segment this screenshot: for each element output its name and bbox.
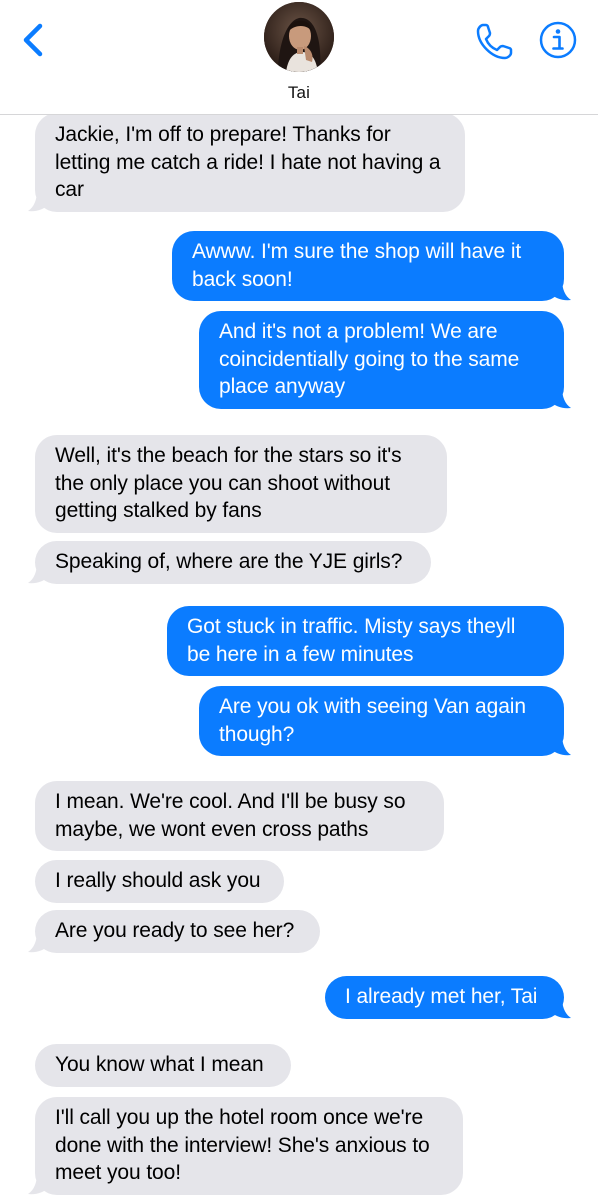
message-incoming[interactable]: I'll call you up the hotel room once we'… <box>28 1097 463 1195</box>
message-incoming[interactable]: I really should ask you <box>35 860 284 903</box>
message-incoming[interactable]: I mean. We're cool. And I'll be busy so … <box>35 781 444 851</box>
contact-photo <box>264 2 334 72</box>
message-text: Are you ok with seeing Van again though? <box>199 686 564 756</box>
message-outgoing[interactable]: Got stuck in traffic. Misty says theyll … <box>167 606 564 676</box>
message-incoming[interactable]: Well, it's the beach for the stars so it… <box>35 435 447 533</box>
message-text: And it's not a problem! We are coinciden… <box>199 311 564 409</box>
message-text: Speaking of, where are the YJE girls? <box>35 541 431 584</box>
chevron-left-icon <box>23 23 43 57</box>
message-text: Are you ready to see her? <box>35 910 320 953</box>
message-outgoing[interactable]: Are you ok with seeing Van again though? <box>199 686 571 756</box>
back-button[interactable] <box>18 20 52 60</box>
conversation-header: Tai <box>0 0 598 115</box>
message-text: I'll call you up the hotel room once we'… <box>35 1097 463 1195</box>
message-text: Awww. I'm sure the shop will have it bac… <box>172 231 564 301</box>
avatar[interactable] <box>264 2 334 72</box>
message-outgoing[interactable]: I already met her, Tai <box>325 976 571 1019</box>
info-button[interactable] <box>538 20 578 60</box>
message-incoming[interactable]: Speaking of, where are the YJE girls? <box>28 541 431 584</box>
message-outgoing[interactable]: Awww. I'm sure the shop will have it bac… <box>172 231 571 301</box>
message-incoming[interactable]: Are you ready to see her? <box>28 910 320 953</box>
message-thread: Jackie, I'm off to prepare! Thanks for l… <box>0 0 598 1200</box>
message-text: I already met her, Tai <box>325 976 564 1019</box>
phone-icon <box>476 23 513 60</box>
contact-name[interactable]: Tai <box>0 83 598 103</box>
call-button[interactable] <box>474 20 516 62</box>
message-incoming[interactable]: You know what I mean <box>35 1044 291 1087</box>
message-text: Well, it's the beach for the stars so it… <box>35 435 447 533</box>
info-icon <box>539 21 577 59</box>
message-text: Jackie, I'm off to prepare! Thanks for l… <box>35 113 465 212</box>
message-text: You know what I mean <box>35 1044 291 1087</box>
message-text: Got stuck in traffic. Misty says theyll … <box>167 606 564 676</box>
message-text: I mean. We're cool. And I'll be busy so … <box>35 781 444 851</box>
message-text: I really should ask you <box>35 860 284 903</box>
message-incoming[interactable]: Jackie, I'm off to prepare! Thanks for l… <box>28 113 465 212</box>
message-outgoing[interactable]: And it's not a problem! We are coinciden… <box>199 311 571 409</box>
